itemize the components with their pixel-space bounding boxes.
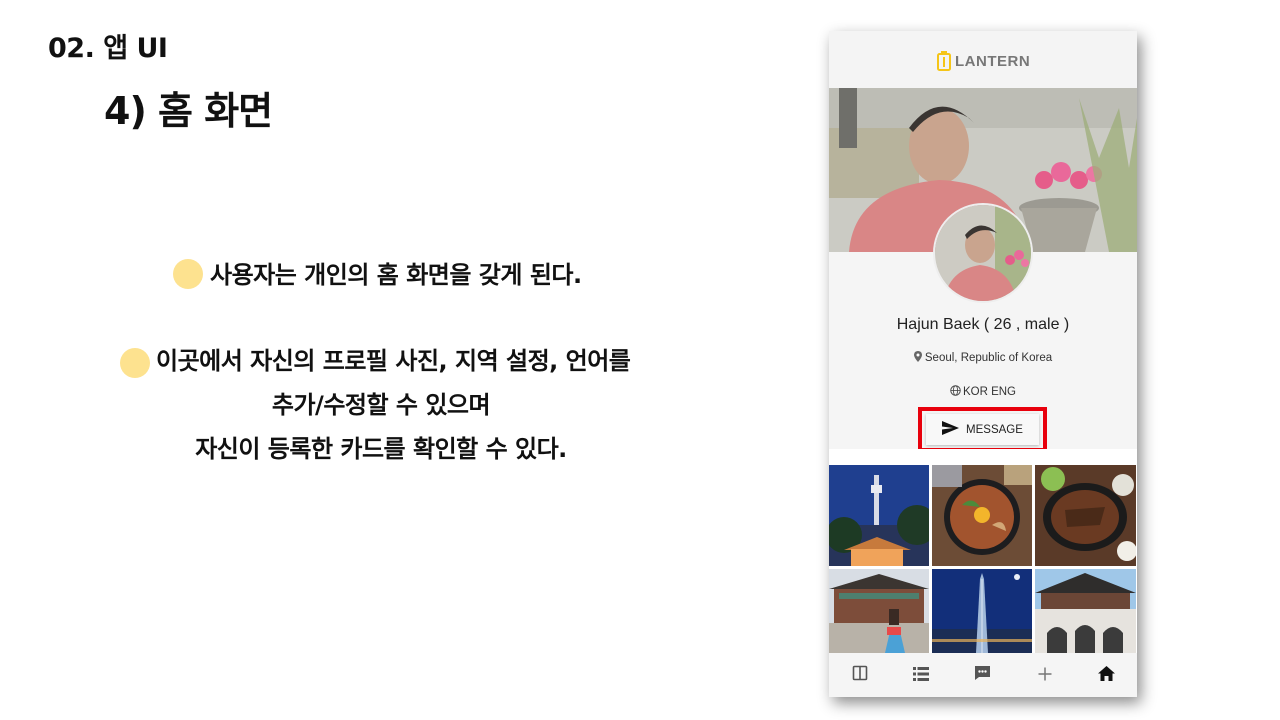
gallery-card[interactable]: [829, 569, 929, 653]
gallery-card[interactable]: [932, 465, 1032, 566]
app-logo[interactable]: LANTERN: [937, 50, 1030, 72]
message-button[interactable]: MESSAGE: [926, 414, 1039, 445]
bullet-line: 추가/수정할 수 있으며: [271, 391, 491, 419]
tab-book[interactable]: [840, 657, 880, 693]
plus-icon: [1038, 666, 1052, 685]
gallery-card[interactable]: [932, 569, 1032, 653]
gallery-card[interactable]: [1035, 465, 1136, 566]
tab-add[interactable]: [1025, 657, 1065, 693]
card-gallery: [829, 465, 1137, 653]
profile-location: Seoul, Republic of Korea: [829, 351, 1137, 365]
section-label: 02. 앱 UI: [48, 33, 168, 64]
bullet-text-2: 이곳에서 자신의 프로필 사진, 지역 설정, 언어를 추가/수정할 수 있으며…: [156, 339, 676, 471]
tab-list[interactable]: [901, 657, 941, 693]
bullet-line: 자신이 등록한 카드를 확인할 수 있다.: [195, 435, 567, 463]
profile-avatar[interactable]: [933, 203, 1033, 303]
divider: [829, 449, 1137, 465]
bullet-dot: [120, 348, 150, 378]
tab-home[interactable]: [1086, 657, 1126, 693]
bullet-dot: [173, 259, 203, 289]
book-icon: [852, 665, 868, 685]
bottom-tab-bar: [829, 653, 1137, 697]
phone-screen: LANTERN Hajun Baek (26 , male) Seoul, …: [829, 31, 1137, 697]
slide-title: 4) 홈 화면: [104, 89, 273, 133]
tab-chat[interactable]: [963, 657, 1003, 693]
app-header: LANTERN: [829, 31, 1137, 88]
gallery-card[interactable]: [1035, 569, 1136, 653]
map-pin-icon: [913, 351, 922, 365]
globe-icon: [950, 385, 961, 399]
list-icon: [913, 666, 930, 685]
bullet-text-1: 사용자는 개인의 홈 화면을 갖게 된다.: [210, 261, 582, 289]
chat-icon: [974, 665, 991, 685]
profile-name: Hajun Baek ( 26 , male ): [896, 316, 1070, 333]
bullet-line: 이곳에서 자신의 프로필 사진, 지역 설정, 언어를: [156, 347, 631, 375]
message-button-label: MESSAGE: [966, 423, 1023, 436]
home-icon: [1097, 665, 1115, 685]
location-text: Seoul, Republic of Korea: [924, 352, 1053, 364]
lantern-icon: [937, 51, 951, 71]
languages-text: KOR ENG: [962, 386, 1017, 398]
logo-text: LANTERN: [955, 52, 1031, 70]
gallery-card[interactable]: [829, 465, 929, 566]
profile-languages: KOR ENG: [829, 385, 1137, 399]
send-icon: [942, 421, 960, 438]
